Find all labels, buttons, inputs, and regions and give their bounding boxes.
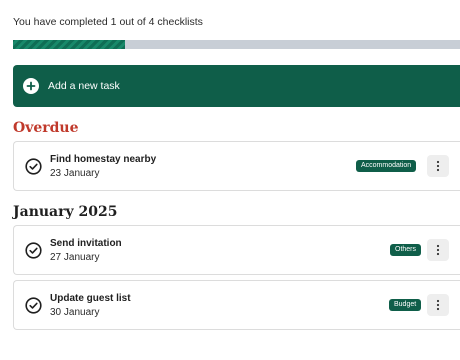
task-tag: Accommodation bbox=[356, 160, 417, 172]
task-menu-button[interactable] bbox=[427, 155, 449, 177]
add-task-button[interactable]: Add a new task bbox=[13, 65, 460, 107]
task-title: Send invitation bbox=[50, 238, 122, 249]
task-date: 30 January bbox=[50, 307, 100, 318]
more-vertical-icon bbox=[436, 160, 440, 172]
progress-bar bbox=[13, 40, 460, 49]
check-circle-icon[interactable] bbox=[25, 242, 42, 259]
task-menu-button[interactable] bbox=[427, 239, 449, 261]
task-date: 23 January bbox=[50, 168, 100, 179]
check-circle-icon[interactable] bbox=[25, 297, 42, 314]
task-tag: Budget bbox=[389, 299, 422, 311]
add-task-label: Add a new task bbox=[48, 80, 120, 92]
plus-icon bbox=[23, 78, 39, 94]
section-title-overdue: Overdue bbox=[13, 120, 79, 136]
check-circle-icon[interactable] bbox=[25, 158, 42, 175]
task-card[interactable]: Send invitation 27 January Others bbox=[13, 225, 460, 275]
task-title: Update guest list bbox=[50, 293, 131, 304]
section-title-january-2025: January 2025 bbox=[13, 204, 118, 220]
task-title: Find homestay nearby bbox=[50, 154, 157, 165]
task-date: 27 January bbox=[50, 252, 100, 263]
task-card[interactable]: Update guest list 30 January Budget bbox=[13, 280, 460, 330]
task-menu-button[interactable] bbox=[427, 294, 449, 316]
more-vertical-icon bbox=[436, 244, 440, 256]
more-vertical-icon bbox=[436, 299, 440, 311]
task-card[interactable]: Find homestay nearby 23 January Accommod… bbox=[13, 141, 460, 191]
task-tag: Others bbox=[390, 244, 422, 256]
progress-text: You have completed 1 out of 4 checklists bbox=[13, 16, 203, 28]
progress-bar-fill bbox=[13, 40, 125, 49]
